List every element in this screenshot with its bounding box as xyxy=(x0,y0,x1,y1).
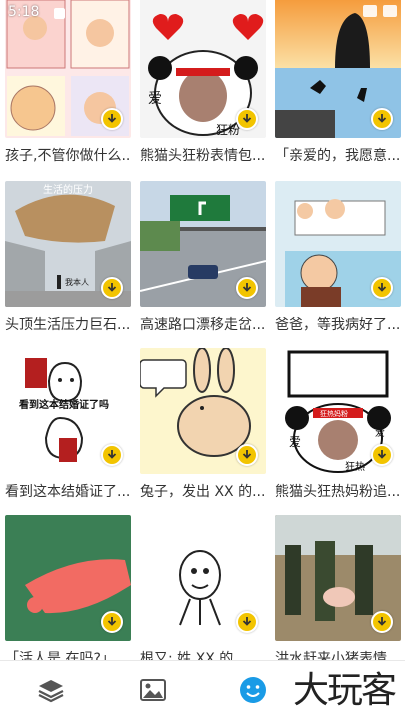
bottom-nav: 大玩客 xyxy=(0,660,405,720)
thumbnail[interactable]: 狂热妈粉 爱 爱 狂热 xyxy=(275,348,401,474)
sticker-item[interactable]: 狂热妈粉 爱 爱 狂热 熊猫头狂热妈粉追... xyxy=(275,348,401,502)
smiley-icon[interactable] xyxy=(238,675,268,705)
sticker-caption: 洪水赶来小猪表情... xyxy=(275,651,401,660)
status-bar: 5:18 xyxy=(0,0,405,26)
battery-icon xyxy=(383,5,397,17)
sticker-caption: 爸爸，等我病好了... xyxy=(275,317,401,333)
sticker-item[interactable]: 生活的压力 我本人 头顶生活压力巨石... xyxy=(5,181,131,335)
download-icon xyxy=(242,450,252,459)
notification-icon xyxy=(54,8,65,19)
thumbnail[interactable] xyxy=(275,181,401,307)
sticker-caption: 熊猫头狂热妈粉追... xyxy=(275,484,401,500)
download-button[interactable] xyxy=(371,108,393,130)
status-time: 5:18 xyxy=(8,4,40,20)
sticker-caption: 熊猫头狂粉表情包... xyxy=(140,148,266,164)
sticker-caption: 头顶生活压力巨石... xyxy=(5,317,131,333)
sticker-caption: 根又: 姓 XX 的... xyxy=(140,651,247,660)
download-icon xyxy=(107,283,117,292)
sticker-item[interactable]: 兔子，发出 XX 的... xyxy=(140,348,266,502)
download-button[interactable] xyxy=(371,611,393,633)
download-icon xyxy=(242,283,252,292)
sticker-caption: 看到这本结婚证了... xyxy=(5,484,131,500)
download-button[interactable] xyxy=(236,611,258,633)
svg-text:我本人: 我本人 xyxy=(65,277,89,287)
svg-text:爱: 爱 xyxy=(148,91,162,107)
thumbnail[interactable]: 生活的压力 我本人 xyxy=(5,181,131,307)
download-icon xyxy=(107,114,117,123)
sticker-item[interactable]: 高速路口漂移走岔... xyxy=(140,181,266,335)
download-icon xyxy=(377,617,387,626)
sticker-item[interactable]: 「活人是 在吗?」... xyxy=(5,515,131,660)
download-button[interactable] xyxy=(236,444,258,466)
image-icon[interactable] xyxy=(138,675,168,705)
download-icon xyxy=(242,617,252,626)
thumbnail[interactable] xyxy=(5,515,131,641)
svg-text:狂粉: 狂粉 xyxy=(216,123,240,137)
sticker-item[interactable]: 看到这本结婚证了吗 看到这本结婚证了... xyxy=(5,348,131,502)
svg-text:看到这本结婚证了吗: 看到这本结婚证了吗 xyxy=(19,398,109,411)
download-button[interactable] xyxy=(101,277,123,299)
sticker-caption: 兔子，发出 XX 的... xyxy=(140,484,266,500)
download-icon xyxy=(377,114,387,123)
download-button[interactable] xyxy=(101,108,123,130)
rock-label: 生活的压力 xyxy=(43,183,93,196)
download-button[interactable] xyxy=(101,444,123,466)
thumbnail[interactable] xyxy=(140,348,266,474)
sticker-grid[interactable]: 孩子,不管你做什么... 爱 狂粉 熊猫头狂粉表情包... 「亲爱的，我愿意..… xyxy=(0,0,405,660)
download-icon xyxy=(377,283,387,292)
download-button[interactable] xyxy=(371,444,393,466)
download-button[interactable] xyxy=(101,611,123,633)
thumbnail[interactable] xyxy=(140,515,266,641)
download-button[interactable] xyxy=(236,277,258,299)
wifi-icon xyxy=(363,5,377,17)
sticker-caption: 孩子,不管你做什么... xyxy=(5,148,131,164)
thumbnail[interactable] xyxy=(140,181,266,307)
svg-text:爱: 爱 xyxy=(289,435,301,449)
thumbnail[interactable] xyxy=(275,515,401,641)
thumbnail[interactable]: 看到这本结婚证了吗 xyxy=(5,348,131,474)
sticker-caption: 「亲爱的，我愿意... xyxy=(275,148,401,164)
download-icon xyxy=(377,450,387,459)
download-icon xyxy=(107,617,117,626)
sticker-caption: 高速路口漂移走岔... xyxy=(140,317,266,333)
download-icon xyxy=(242,114,252,123)
layers-icon[interactable] xyxy=(36,675,66,705)
brand-watermark: 大玩客 xyxy=(292,670,397,711)
download-icon xyxy=(107,450,117,459)
svg-text:狂热妈粉: 狂热妈粉 xyxy=(320,409,348,418)
sticker-item[interactable]: 洪水赶来小猪表情... xyxy=(275,515,401,660)
svg-text:狂热: 狂热 xyxy=(345,460,365,473)
sticker-caption: 「活人是 在吗?」... xyxy=(5,651,129,660)
download-button[interactable] xyxy=(371,277,393,299)
status-icons xyxy=(363,5,397,17)
sticker-item[interactable]: 根又: 姓 XX 的... xyxy=(140,515,266,660)
download-button[interactable] xyxy=(236,108,258,130)
sticker-item[interactable]: 爸爸，等我病好了... xyxy=(275,181,401,335)
svg-text:爱: 爱 xyxy=(375,426,385,439)
